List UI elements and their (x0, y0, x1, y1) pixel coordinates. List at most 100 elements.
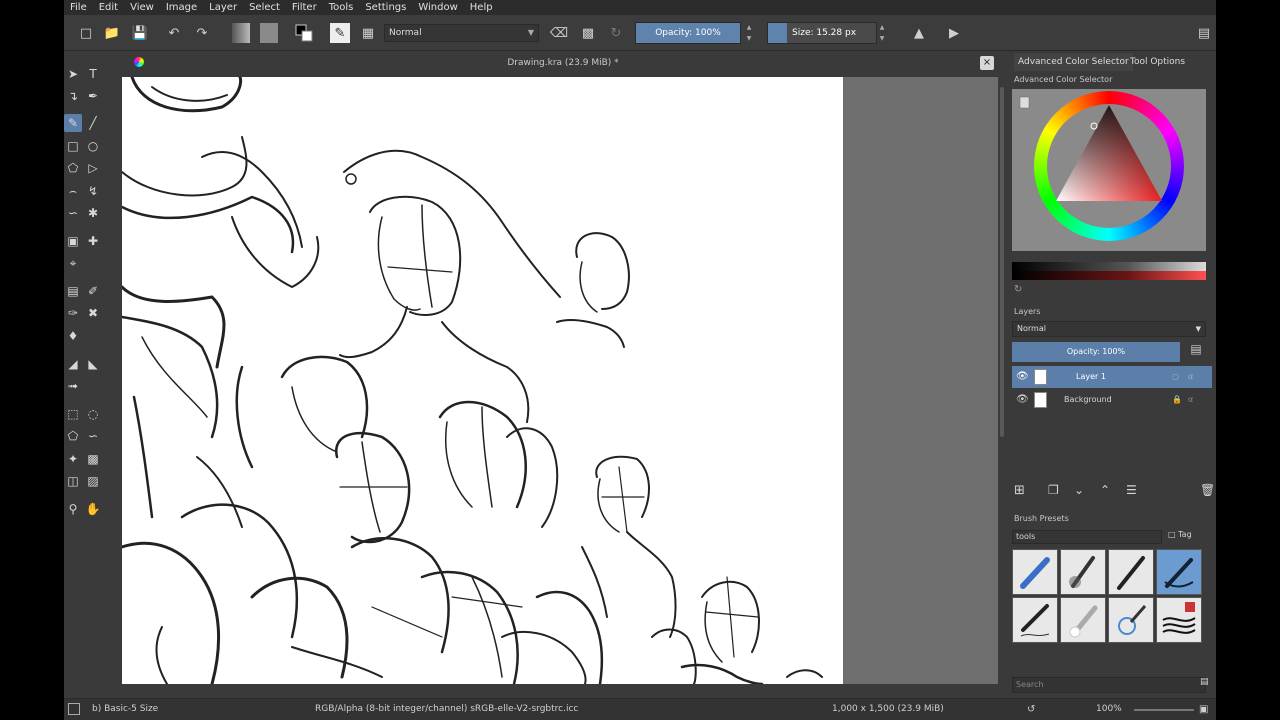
reference-images-icon[interactable]: ➟ (64, 377, 82, 395)
refresh-icon[interactable]: ↻ (1014, 284, 1022, 295)
layer-row-layer-1[interactable]: 👁 Layer 1 ○ α (1012, 366, 1212, 388)
magnetic-select-icon[interactable]: ▨ (84, 472, 102, 490)
lock-icon[interactable]: 🔒 (1172, 389, 1182, 411)
crop-tool-icon[interactable]: ⌖ (64, 254, 82, 272)
pattern-preset-icon[interactable] (260, 23, 278, 43)
brush-preset-5[interactable] (1012, 597, 1058, 643)
tab-advanced-color-selector[interactable]: Advanced Color Selector (1014, 53, 1133, 71)
preserve-alpha-icon[interactable]: ▩ (578, 23, 598, 43)
color-picker-icon[interactable]: ✐ (84, 282, 102, 300)
brush-preset-2[interactable] (1060, 549, 1106, 595)
canvas-area[interactable] (122, 77, 998, 684)
shade-selector-red[interactable] (1012, 271, 1206, 280)
menu-help[interactable]: Help (470, 2, 493, 13)
polyline-tool-icon[interactable]: ▷ (84, 159, 102, 177)
new-document-icon[interactable]: □ (76, 23, 96, 43)
layer-properties-icon[interactable]: ☰ (1126, 483, 1137, 497)
text-tool-icon[interactable]: T (84, 65, 102, 83)
size-stepper[interactable]: ▲ ▼ (877, 22, 887, 44)
rectangle-tool-icon[interactable]: □ (64, 137, 82, 155)
rotate-canvas-icon[interactable]: ↺ (1027, 704, 1035, 715)
assistant-tool-icon[interactable]: ✖ (84, 304, 102, 322)
drawing-canvas[interactable] (122, 77, 843, 684)
menu-file[interactable]: File (70, 2, 87, 13)
select-shapes-icon[interactable]: ➤ (64, 65, 82, 83)
color-wheel[interactable] (1012, 89, 1206, 251)
menu-select[interactable]: Select (249, 2, 280, 13)
transform-tool-icon[interactable]: ▣ (64, 232, 82, 250)
rect-select-icon[interactable]: ⬚ (64, 405, 82, 423)
vertical-scroll-thumb[interactable] (1000, 87, 1004, 437)
menu-image[interactable]: Image (166, 2, 197, 13)
alpha-lock-icon[interactable]: α (1188, 366, 1193, 388)
brush-preset-8[interactable] (1156, 597, 1202, 643)
edit-shapes-icon[interactable]: ↴ (64, 87, 82, 105)
close-document-button[interactable]: × (980, 56, 994, 70)
toolbar-menu-icon[interactable]: ▤ (1194, 23, 1214, 43)
line-tool-icon[interactable]: ╱ (84, 114, 102, 132)
menu-layer[interactable]: Layer (209, 2, 237, 13)
opacity-slider[interactable]: Opacity: 100% (635, 22, 741, 44)
reload-preset-icon[interactable]: ↻ (606, 23, 626, 43)
freehand-brush-icon[interactable]: ✎ (64, 114, 82, 132)
fg-bg-color-icon[interactable] (294, 23, 314, 43)
brush-tag-select[interactable]: tools (1012, 530, 1162, 544)
bezier-tool-icon[interactable]: ⌢ (64, 182, 82, 200)
menu-edit[interactable]: Edit (99, 2, 118, 13)
layer-blend-select[interactable]: Normal ▼ (1012, 321, 1206, 337)
eye-icon[interactable]: 👁 (1016, 366, 1029, 388)
brush-search-input[interactable] (1012, 677, 1206, 693)
dynamic-brush-icon[interactable]: ∽ (64, 204, 82, 222)
brush-tag-button[interactable]: □ Tag (1168, 530, 1192, 539)
delete-layer-icon[interactable]: 🗑 (1200, 483, 1215, 497)
bezier-select-icon[interactable]: ◫ (64, 472, 82, 490)
menu-window[interactable]: Window (418, 2, 457, 13)
tab-tool-options[interactable]: Tool Options (1126, 53, 1189, 71)
blend-mode-select[interactable]: Normal ▼ (384, 24, 539, 42)
calligraphy-icon[interactable]: ✒ (84, 87, 102, 105)
shade-selector-gray[interactable] (1012, 262, 1206, 271)
brush-preset-4-selected[interactable] (1156, 549, 1202, 595)
menu-settings[interactable]: Settings (365, 2, 406, 13)
brush-preset-1[interactable] (1012, 549, 1058, 595)
brush-editor-grid-icon[interactable]: ▦ (358, 23, 378, 43)
freehand-select-icon[interactable]: ∽ (84, 427, 102, 445)
menu-tools[interactable]: Tools (329, 2, 354, 13)
freehand-path-icon[interactable]: ↯ (84, 182, 102, 200)
add-layer-icon[interactable]: ⊞ (1014, 483, 1025, 498)
gradient-tool-icon[interactable]: ▤ (64, 282, 82, 300)
contiguous-select-icon[interactable]: ✦ (64, 450, 82, 468)
smart-patch-icon[interactable]: ✑ (64, 304, 82, 322)
search-options-icon[interactable]: ▤ (1200, 677, 1209, 687)
brush-preset-6[interactable] (1060, 597, 1106, 643)
gradient-preset-icon[interactable] (232, 23, 250, 43)
move-down-icon[interactable]: ⌄ (1074, 483, 1084, 497)
open-folder-icon[interactable]: 📁 (102, 23, 122, 43)
pan-tool-icon[interactable]: ✋ (84, 500, 102, 518)
undo-icon[interactable]: ↶ (164, 23, 184, 43)
perspective-grid-icon[interactable]: ◣ (84, 355, 102, 373)
fill-tool-icon[interactable]: ♦ (64, 327, 82, 345)
similar-color-select-icon[interactable]: ▩ (84, 450, 102, 468)
eye-icon[interactable]: 👁 (1016, 389, 1029, 411)
polygon-tool-icon[interactable]: ⬠ (64, 159, 82, 177)
ellipse-select-icon[interactable]: ◌ (84, 405, 102, 423)
brush-preset-icon[interactable]: ✎ (330, 23, 350, 43)
layer-row-background[interactable]: 👁 Background 🔒 α (1012, 389, 1212, 411)
alpha-lock-icon[interactable]: α (1188, 389, 1193, 411)
fullscreen-icon[interactable]: ▣ (1199, 704, 1208, 715)
eraser-mode-icon[interactable]: ⌫ (549, 23, 569, 43)
color-selector[interactable] (1012, 89, 1206, 251)
polygon-select-icon[interactable]: ⬠ (64, 427, 82, 445)
measure-tool-icon[interactable]: ◢ (64, 355, 82, 373)
zoom-slider[interactable] (1134, 709, 1194, 711)
redo-icon[interactable]: ↷ (192, 23, 212, 43)
multibrush-icon[interactable]: ✱ (84, 204, 102, 222)
mirror-vertical-icon[interactable]: ▶ (944, 23, 964, 43)
move-up-icon[interactable]: ⌃ (1100, 483, 1110, 497)
move-tool-icon[interactable]: ✚ (84, 232, 102, 250)
zoom-tool-icon[interactable]: ⚲ (64, 500, 82, 518)
thumbnail-toggle-icon[interactable]: ▤ (1186, 342, 1206, 362)
horizontal-scrollbar[interactable] (122, 684, 998, 690)
mirror-horizontal-icon[interactable]: ▲ (909, 23, 929, 43)
